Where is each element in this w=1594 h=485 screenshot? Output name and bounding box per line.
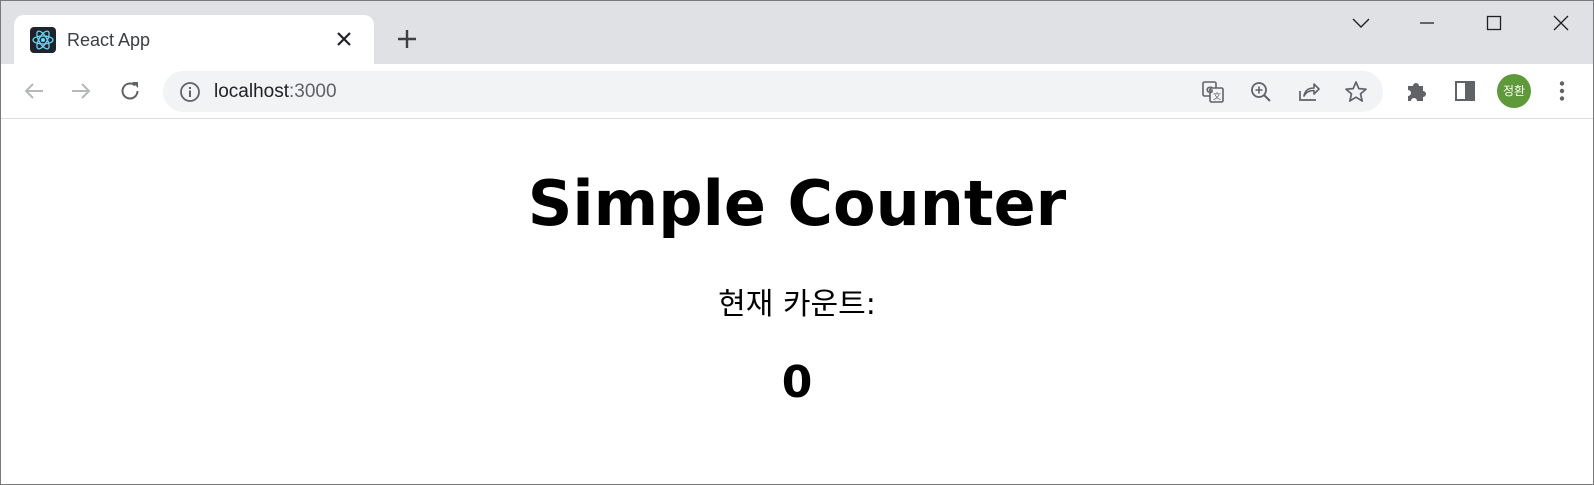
url-port: :3000 [289, 81, 337, 102]
browser-toolbar: localhost:3000 G 文 정환 [0, 64, 1594, 119]
svg-text:文: 文 [1213, 91, 1221, 101]
url-host: localhost [214, 81, 289, 102]
reload-icon[interactable] [115, 76, 145, 106]
page-content: Simple Counter 현재 카운트: 0 [0, 119, 1594, 485]
tab-strip: React App [0, 0, 1594, 64]
side-panel-icon[interactable] [1450, 76, 1480, 106]
zoom-icon[interactable] [1248, 79, 1274, 105]
translate-icon[interactable]: G 文 [1200, 79, 1226, 105]
close-icon[interactable] [1537, 8, 1585, 38]
url-text[interactable]: localhost:3000 [214, 81, 337, 103]
chevron-down-icon[interactable] [1337, 8, 1385, 38]
maximize-icon[interactable] [1470, 8, 1518, 38]
react-logo-icon [30, 27, 56, 53]
kebab-menu-icon[interactable] [1547, 76, 1577, 106]
bookmark-star-icon[interactable] [1343, 79, 1369, 105]
extensions-puzzle-icon[interactable] [1402, 76, 1432, 106]
plus-icon[interactable] [392, 24, 422, 54]
forward-arrow-icon[interactable] [66, 76, 96, 106]
info-icon[interactable] [178, 80, 202, 104]
back-arrow-icon[interactable] [19, 76, 49, 106]
address-bar[interactable]: localhost:3000 G 文 [163, 71, 1383, 112]
close-tab-icon[interactable] [330, 25, 358, 53]
count-value: 0 [781, 357, 813, 408]
page-title: Simple Counter [527, 167, 1067, 240]
tab-title: React App [67, 30, 151, 50]
tab-react-app[interactable]: React App [14, 15, 374, 64]
share-icon[interactable] [1296, 79, 1322, 105]
minimize-icon[interactable] [1403, 8, 1451, 38]
profile-avatar[interactable]: 정환 [1497, 74, 1531, 108]
count-label: 현재 카운트: [718, 287, 876, 322]
